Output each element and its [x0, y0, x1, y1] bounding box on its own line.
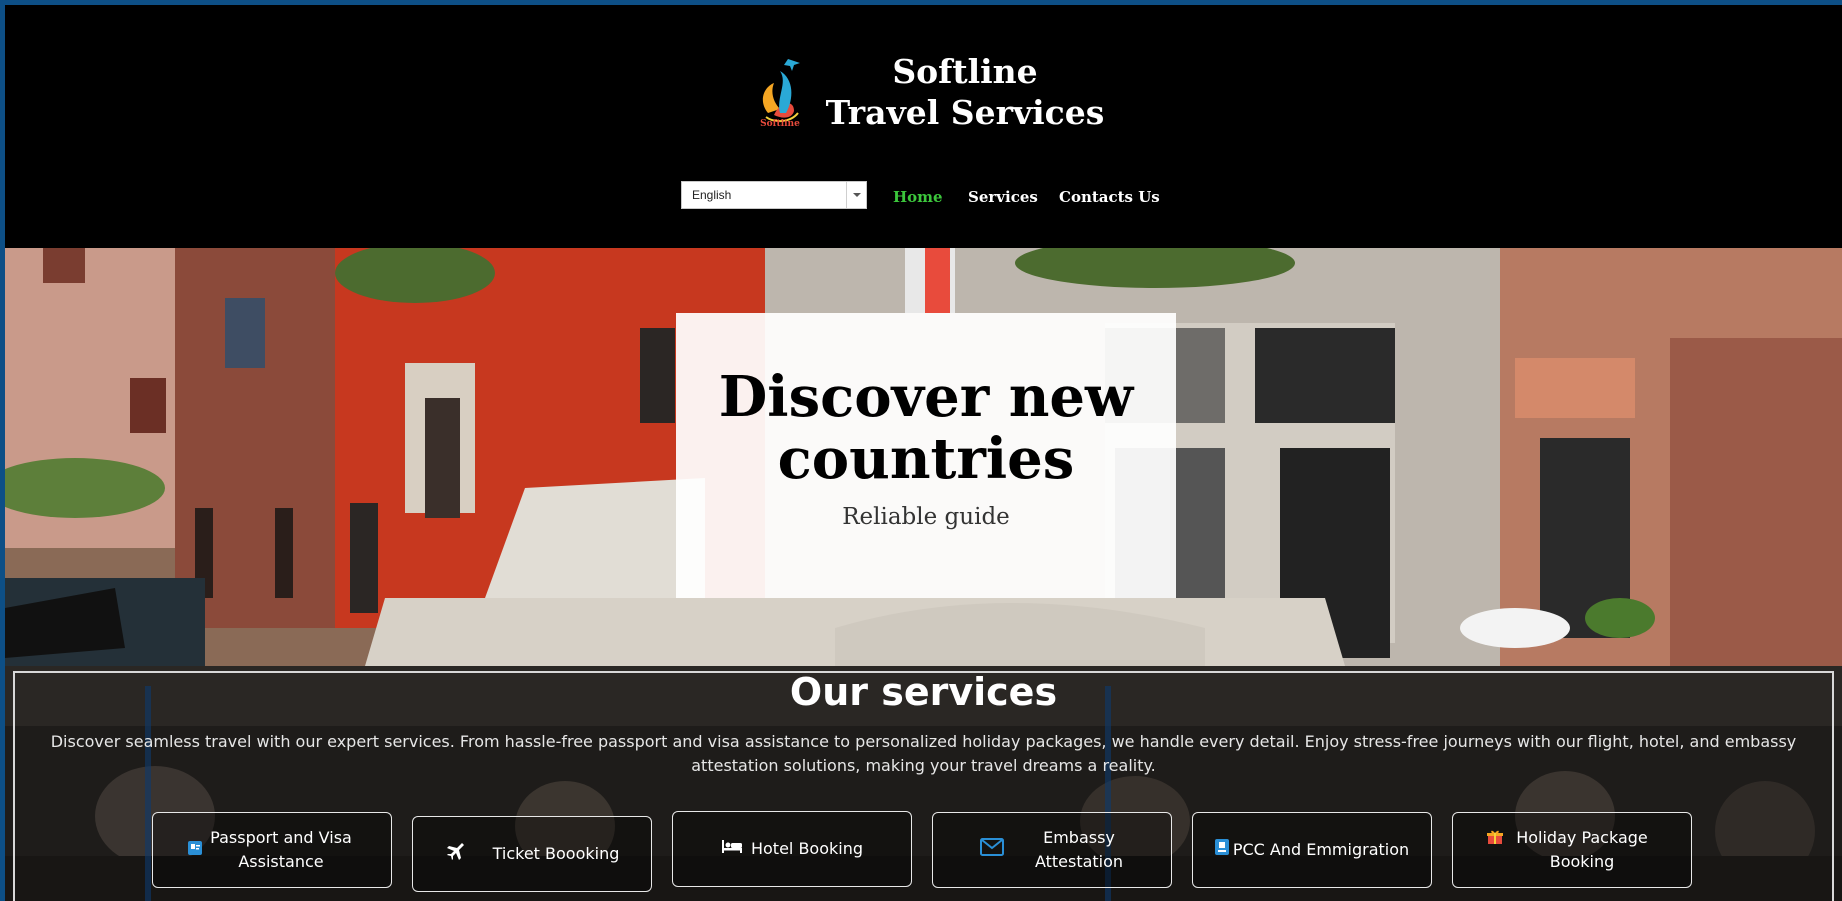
service-card-pcc-emmigration[interactable]: PCC And Emmigration	[1192, 812, 1432, 888]
service-card-hotel-booking[interactable]: Hotel Booking	[672, 811, 912, 887]
language-select[interactable]: English	[681, 181, 867, 209]
service-card-passport-visa[interactable]: Passport and Visa Assistance	[152, 812, 392, 888]
gift-icon	[1487, 828, 1503, 852]
hero-title-line2: countries	[777, 426, 1075, 492]
service-label: Holiday Package Booking	[1516, 828, 1648, 871]
brand-name-line2: Travel Services	[825, 93, 1105, 132]
service-label: Hotel Booking	[750, 839, 864, 858]
brand-name-line1: Softline	[892, 52, 1038, 91]
nav-contacts-link[interactable]: Contacts Us	[1059, 188, 1160, 206]
passport-icon	[188, 838, 202, 862]
service-card-ticket-booking[interactable]: Ticket Boooking	[412, 816, 652, 892]
services-title: Our services	[789, 670, 1058, 714]
service-label: PCC And Emmigration	[1232, 840, 1410, 859]
brand-name: Softline Travel Services	[815, 51, 1115, 133]
logo-wordmark: Softline	[760, 119, 800, 129]
hero-card: Discover new countries Reliable guide	[676, 313, 1176, 598]
language-select-value: English	[692, 188, 732, 202]
service-card-embassy-attestation[interactable]: Embassy Attestation	[932, 812, 1172, 888]
nav-services-link[interactable]: Services	[968, 188, 1038, 206]
hero-title-line1: Discover new	[718, 364, 1134, 430]
service-card-holiday-package[interactable]: Holiday Package Booking	[1452, 812, 1692, 888]
hero-title: Discover new countries	[676, 366, 1176, 490]
nav-home-link[interactable]: Home	[893, 188, 943, 206]
airplane-icon	[445, 841, 465, 868]
hero-subtitle: Reliable guide	[842, 504, 1010, 530]
brand-logo[interactable]: Softline	[750, 53, 810, 129]
page: Softline Softline Travel Services Englis…	[5, 5, 1842, 901]
envelope-icon	[980, 837, 1004, 863]
services-section: Our services Discover seamless travel wi…	[5, 666, 1842, 901]
id-card-icon	[1214, 838, 1229, 862]
service-label: Ticket Boooking	[492, 844, 620, 863]
chevron-down-icon[interactable]	[846, 182, 866, 208]
bed-icon	[721, 837, 743, 861]
service-label: Passport and Visa Assistance	[210, 828, 352, 871]
site-header: Softline Softline Travel Services Englis…	[5, 5, 1842, 248]
services-description: Discover seamless travel with our expert…	[50, 732, 1797, 775]
service-label: Embassy Attestation	[1034, 828, 1124, 871]
hero-banner: Discover new countries Reliable guide	[5, 248, 1842, 666]
